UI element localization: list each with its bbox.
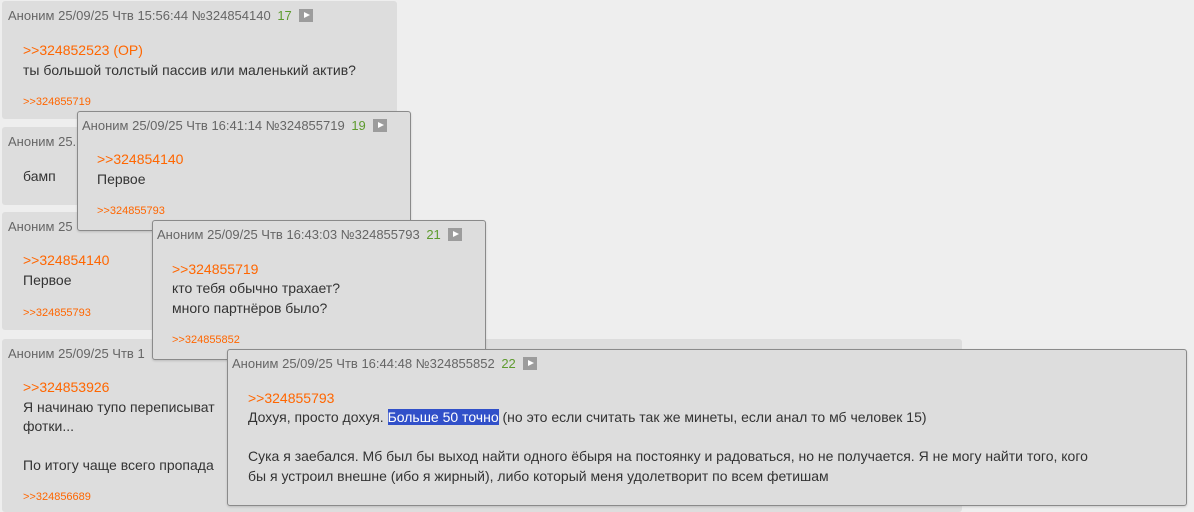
selected-text: Больше 50 точно (387, 409, 499, 425)
post-header: Аноним 25/09/25 Чтв 16:44:48 №324855852 … (232, 356, 538, 371)
post-count: 21 (426, 227, 441, 242)
post-text-segment: (но это если считать так же минеты, если… (498, 409, 927, 425)
post-header: Аноним 25/09/25 Чтв 15:56:44 №324854140 … (8, 8, 314, 23)
post-text: Я начинаю тупо переписыват (23, 399, 215, 415)
post-header: Аноним 25/09/25 Чтв 1 (8, 346, 145, 361)
post-preview-popup: Аноним 25/09/25 Чтв 16:41:14 №324855719 … (77, 111, 411, 231)
post-author: Аноним (232, 356, 279, 371)
post-date: 25/09/25 Чтв 1 (58, 346, 145, 361)
backref-link[interactable]: >>324855793 (97, 205, 165, 217)
post-author: Аноним (8, 8, 55, 23)
backref-link[interactable]: >>324855793 (23, 307, 91, 319)
post-count: 17 (277, 8, 292, 23)
post-preview-popup: Аноним 25/09/25 Чтв 16:43:03 №324855793 … (152, 220, 486, 360)
post-text: Первое (97, 171, 146, 187)
post-text: фотки... (23, 418, 75, 434)
backref-link[interactable]: >>324855719 (23, 96, 91, 108)
post-author: Аноним (8, 219, 55, 234)
post-date: 25 (58, 219, 73, 234)
reply-link[interactable]: >>324855793 (248, 390, 334, 406)
play-icon[interactable] (299, 9, 314, 22)
post-date: 25/09/25 Чтв 16:43:03 (207, 227, 338, 242)
post-header: Аноним 25/09/25 Чтв 16:41:14 №324855719 … (82, 118, 388, 133)
post-text: Дохуя, просто дохуя. Больше 50 точно (но… (248, 409, 927, 425)
reply-link[interactable]: >>324853926 (23, 379, 109, 395)
post-count: 19 (351, 118, 366, 133)
backref-link[interactable]: >>324855852 (172, 334, 240, 346)
play-icon[interactable] (448, 228, 463, 241)
post-date: 25/09/25 Чтв 15:56:44 (58, 8, 189, 23)
post-text: Первое (23, 272, 72, 288)
play-icon[interactable] (523, 357, 538, 370)
post-date: 25/09/25 Чтв 16:44:48 (282, 356, 413, 371)
post-author: Аноним (8, 346, 55, 361)
reply-link[interactable]: >>324852523 (OP) (23, 42, 143, 58)
post-count: 22 (501, 356, 516, 371)
reply-link[interactable]: >>324855719 (172, 261, 258, 277)
post-number[interactable]: №324855852 (416, 356, 495, 371)
post-text-segment: Дохуя, просто дохуя. (248, 409, 388, 425)
play-icon[interactable] (373, 119, 388, 132)
post-date: 25/09/25 Чтв 16:41:14 (132, 118, 263, 133)
post-date: 25. (58, 134, 77, 149)
post-header: Аноним 25/09/25 Чтв 16:43:03 №324855793 … (157, 227, 463, 242)
post-text: бы я устроил внешне (ибо я жирный), либо… (248, 468, 829, 484)
post-text: много партнёров было? (172, 300, 328, 316)
reply-link[interactable]: >>324854140 (97, 151, 183, 167)
post-author: Аноним (8, 134, 55, 149)
post-text: ты большой толстый пассив или маленький … (23, 62, 356, 78)
post-text: По итогу чаще всего пропада (23, 457, 214, 473)
post-header: Аноним 25. (8, 134, 76, 149)
post: Аноним 25/09/25 Чтв 15:56:44 №324854140 … (2, 1, 397, 119)
post-header: Аноним 25 (8, 219, 73, 234)
backref-link[interactable]: >>324856689 (23, 491, 91, 503)
post-author: Аноним (157, 227, 204, 242)
post-text: Сука я заебался. Мб был бы выход найти о… (248, 448, 1088, 464)
post-number[interactable]: №324855793 (341, 227, 420, 242)
post-text: бамп (23, 168, 56, 184)
post-text: кто тебя обычно трахает? (172, 280, 340, 296)
post-author: Аноним (82, 118, 129, 133)
post-preview-popup: Аноним 25/09/25 Чтв 16:44:48 №324855852 … (227, 349, 1187, 506)
post-number[interactable]: №324854140 (192, 8, 271, 23)
post-number[interactable]: №324855719 (266, 118, 345, 133)
reply-link[interactable]: >>324854140 (23, 252, 109, 268)
